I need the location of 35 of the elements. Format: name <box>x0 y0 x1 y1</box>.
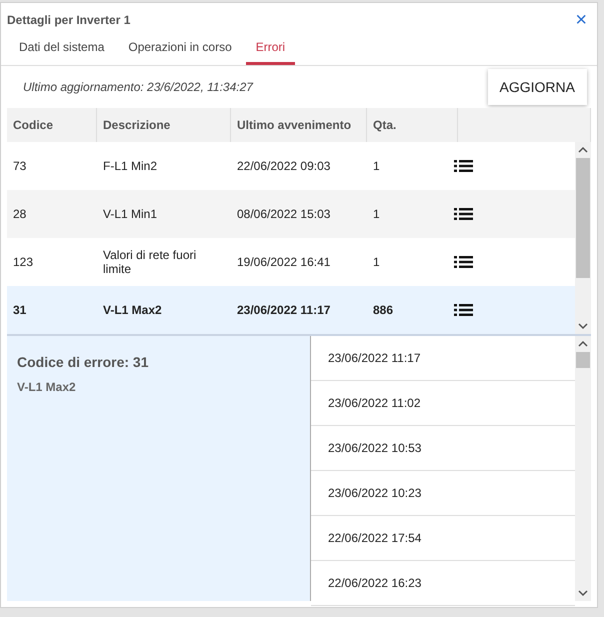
table-cell-text: 28 <box>12 207 28 221</box>
table-cell-text: 22/06/2022 09:03 <box>236 159 332 173</box>
scrollbar[interactable] <box>575 142 591 334</box>
tab[interactable]: Dati del sistema <box>9 31 114 65</box>
table-row[interactable]: 28 V-L1 Min1 08/06/2022 15:03 1 <box>7 190 575 238</box>
table-cell-text: Valori di rete fuori limite <box>102 248 198 276</box>
table-cell-text: 1 <box>372 207 381 221</box>
table-cell-text: 31 <box>12 303 28 317</box>
error-code-title: Codice di errore: 31 <box>17 354 150 370</box>
table-cell-text: 23/06/2022 11:17 <box>236 303 332 317</box>
close-button[interactable]: × <box>571 11 591 29</box>
table-cell-text: 123 <box>12 255 34 269</box>
tab[interactable]: Operazioni in corso <box>118 31 242 65</box>
table-cell-text: 1 <box>372 159 381 173</box>
scrollbar-thumb[interactable] <box>576 158 590 278</box>
list-icon[interactable] <box>454 207 474 221</box>
list-icon[interactable] <box>454 303 474 317</box>
last-update-text: Ultimo aggiornamento: 23/6/2022, 11:34:27 <box>23 80 253 94</box>
scrollbar-thumb[interactable] <box>576 352 590 368</box>
window-title: Dettagli per Inverter 1 <box>7 13 130 27</box>
table-cell-text: F-L1 Min2 <box>102 159 158 173</box>
table-cell-text: V-L1 Min1 <box>102 207 158 221</box>
tab[interactable]: Errori <box>246 31 296 65</box>
scrollbar[interactable] <box>575 336 591 601</box>
list-icon[interactable] <box>454 159 474 173</box>
table-cell-text: V-L1 Max2 <box>102 303 163 317</box>
table-cell-text: 73 <box>12 159 28 173</box>
table-cell-text: 08/06/2022 15:03 <box>236 207 332 221</box>
table-cell-text: 1 <box>372 255 381 269</box>
table-row[interactable]: 31 V-L1 Max2 23/06/2022 11:17 886 <box>7 286 575 334</box>
refresh-button[interactable]: AGGIORNA <box>488 69 587 105</box>
error-description: V-L1 Max2 <box>17 380 77 394</box>
list-icon[interactable] <box>454 255 474 269</box>
table-cell-text: 886 <box>372 303 394 317</box>
table-cell-text: 19/06/2022 16:41 <box>236 255 332 269</box>
